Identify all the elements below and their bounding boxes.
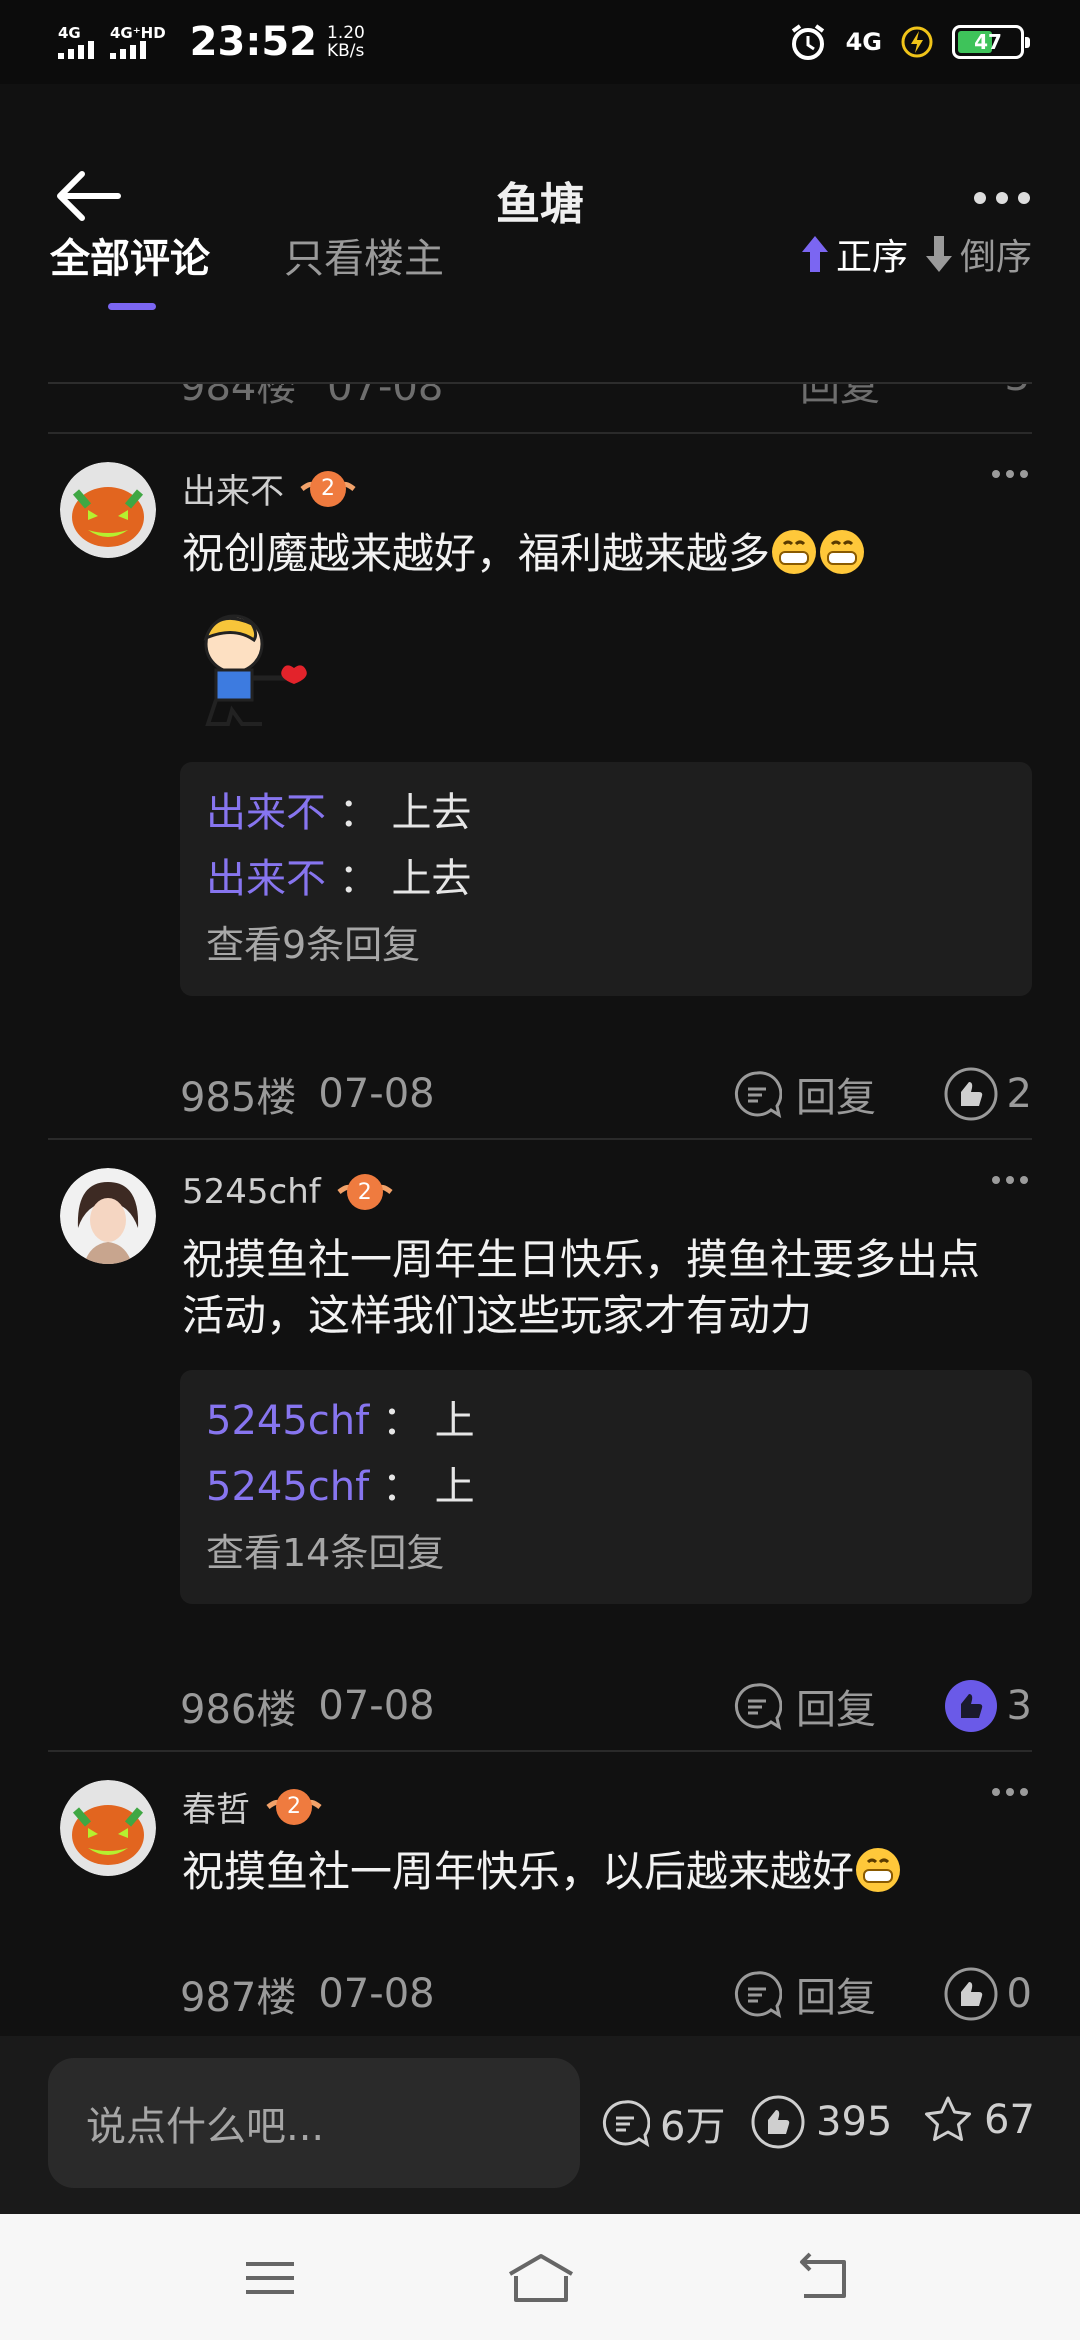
arrow-down-icon: [925, 236, 952, 272]
charging-icon: [901, 26, 933, 58]
comment-item: 出来不 2 祝创魔越来越好，福利越来越多 出来不 ： 上去 出来不 ： 上去 查…: [0, 432, 1080, 1142]
menu-icon[interactable]: [240, 2250, 300, 2306]
clock: 23:52: [189, 19, 317, 65]
status-icons: 4G 47: [788, 22, 1030, 62]
thumbs-up-icon: [944, 1967, 998, 2021]
username[interactable]: 春哲 2: [182, 1782, 324, 1831]
username[interactable]: 出来不 2: [182, 464, 358, 513]
comment-input[interactable]: 说点什么吧...: [48, 2058, 580, 2188]
comment-tabs: 全部评论 只看楼主: [50, 226, 444, 310]
sim2-signal: 4G⁺HD: [110, 25, 166, 59]
reply-line: 5245chf ： 上: [206, 1464, 475, 1510]
tab-op-only[interactable]: 只看楼主: [284, 226, 444, 284]
reply-line: 出来不 ： 上去: [206, 790, 472, 836]
comments-count-button[interactable]: 6万: [600, 2094, 725, 2152]
thumbs-up-icon: [944, 1680, 997, 1732]
comment-item: 5245chf 2 祝摸鱼社一周年生日快乐，摸鱼社要多出点活动，这样我们这些玩家…: [0, 1138, 1080, 1750]
home-icon[interactable]: [506, 2250, 576, 2306]
page-title: 鱼塘: [496, 179, 584, 230]
view-more-replies-link[interactable]: 查看14条回复: [206, 1520, 1006, 1586]
level-badge: 2: [298, 467, 358, 511]
comment-bubble-icon: [734, 1971, 782, 2019]
grin-emoji-icon: [856, 1848, 901, 1892]
comment-more-icon[interactable]: [992, 470, 1028, 478]
post-like-button[interactable]: 395: [750, 2094, 892, 2150]
sort-desc-button[interactable]: 倒序: [924, 228, 1032, 280]
thumbs-up-icon: [751, 2095, 805, 2149]
avatar[interactable]: [60, 1168, 156, 1264]
comment-bubble-icon: [734, 1683, 782, 1731]
system-nav-bar: [0, 2214, 1080, 2340]
reply-button[interactable]: 回复: [732, 1965, 876, 2023]
comment-list[interactable]: 984楼 07-08 回复 3 出来不 2 祝创魔越来越好，福利越来越多: [0, 384, 1080, 2036]
username[interactable]: 5245chf 2: [182, 1170, 395, 1214]
network-speed: 1.20 KB/s: [327, 23, 365, 61]
network-type: 4G: [845, 28, 882, 56]
level-badge: 2: [335, 1170, 395, 1214]
sort-asc-button[interactable]: 正序: [800, 228, 908, 280]
like-button[interactable]: 0: [943, 1966, 1032, 2022]
comment-item: 春哲 2 祝摸鱼社一周年快乐，以后越来越好 987楼 07-08 回复 0: [0, 1750, 1080, 2036]
reply-line: 5245chf ： 上: [206, 1398, 475, 1444]
reply-preview[interactable]: 出来不 ： 上去 出来不 ： 上去 查看9条回复: [180, 762, 1032, 996]
like-button[interactable]: 3: [943, 1678, 1032, 1734]
comment-input-bar: 说点什么吧... 6万 395 67: [0, 2036, 1080, 2214]
comment-meta: 987楼 07-08 回复 0: [180, 1964, 1032, 2024]
comment-meta-partial: 984楼 07-08 回复 3: [180, 384, 1030, 410]
comment-text: 祝摸鱼社一周年快乐，以后越来越好: [182, 1844, 1022, 1900]
alarm-icon: [791, 24, 824, 60]
comment-meta: 986楼 07-08 回复 3: [180, 1676, 1032, 1736]
reply-button[interactable]: 回复: [732, 1065, 876, 1123]
signal-bars-icon: [58, 41, 94, 59]
comment-more-icon[interactable]: [992, 1176, 1028, 1184]
tab-all-comments[interactable]: 全部评论: [50, 226, 210, 310]
battery-icon: 47: [952, 25, 1030, 59]
sort-controls: 正序 倒序: [800, 228, 1032, 280]
comment-bubble-icon: [602, 2100, 650, 2148]
reply-button[interactable]: 回复: [732, 1677, 876, 1735]
reply-line: 出来不 ： 上去: [206, 856, 472, 902]
like-button[interactable]: 2: [943, 1066, 1032, 1122]
arrow-up-icon: [801, 236, 828, 272]
view-more-replies-link[interactable]: 查看9条回复: [206, 912, 1006, 978]
avatar[interactable]: [60, 1780, 156, 1876]
favorite-button[interactable]: 67: [922, 2094, 1035, 2146]
grin-emoji-icon: [772, 530, 817, 574]
level-badge: 2: [264, 1785, 324, 1829]
thumbs-up-icon: [944, 1067, 998, 1121]
sticker-image[interactable]: [186, 604, 316, 734]
signal-bars-icon: [110, 41, 146, 59]
back-nav-icon[interactable]: [794, 2250, 854, 2306]
comment-more-icon[interactable]: [992, 1788, 1028, 1796]
grin-emoji-icon: [820, 530, 865, 574]
avatar[interactable]: [60, 462, 156, 558]
reply-preview[interactable]: 5245chf ： 上 5245chf ： 上 查看14条回复: [180, 1370, 1032, 1604]
more-options-icon[interactable]: [974, 192, 1030, 204]
status-bar: 4G 4G⁺HD 23:52 1.20 KB/s 4G 47: [0, 0, 1080, 84]
star-icon: [925, 2096, 971, 2141]
comment-text: 祝摸鱼社一周年生日快乐，摸鱼社要多出点活动，这样我们这些玩家才有动力: [182, 1235, 981, 1340]
comment-meta: 985楼 07-08 回复 2: [180, 1064, 1032, 1124]
sim1-signal: 4G: [58, 25, 94, 59]
comment-text: 祝创魔越来越好，福利越来越多: [182, 526, 1022, 582]
comment-bubble-icon: [734, 1071, 782, 1119]
